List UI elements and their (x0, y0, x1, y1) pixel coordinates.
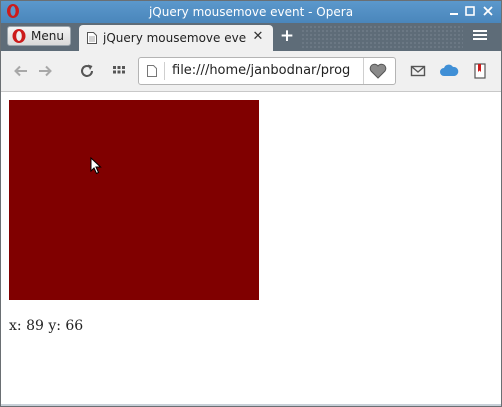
address-bar[interactable]: file:///home/janbodnar/prog (138, 57, 396, 85)
tab-close-icon[interactable]: ✕ (251, 30, 265, 44)
forward-icon[interactable] (37, 63, 53, 79)
tab-active[interactable]: jQuery mousemove event ✕ (79, 25, 273, 51)
tab-strip: Menu jQuery mousemove event ✕ + (1, 23, 501, 51)
page-icon (87, 32, 97, 44)
menu-button[interactable]: Menu (7, 26, 71, 46)
page-icon (147, 65, 157, 77)
menu-button-label: Menu (31, 29, 64, 43)
browser-window: jQuery mousemove event - Opera Menu jQue… (0, 0, 502, 407)
close-icon[interactable] (481, 4, 495, 18)
title-bar: jQuery mousemove event - Opera (1, 1, 501, 23)
address-bar-separator (164, 62, 165, 80)
opera-logo-icon (12, 29, 26, 43)
minimize-icon[interactable] (447, 4, 461, 18)
tab-menu-icon[interactable] (473, 30, 487, 42)
window-title: jQuery mousemove event - Opera (148, 5, 354, 19)
window-bottom-border (1, 404, 501, 406)
address-input[interactable]: file:///home/janbodnar/prog (172, 63, 358, 78)
navigation-toolbar: file:///home/janbodnar/prog (1, 51, 501, 92)
mail-icon[interactable] (410, 63, 426, 79)
back-icon[interactable] (13, 63, 29, 79)
heart-icon[interactable] (369, 63, 387, 79)
address-bar-separator (363, 58, 364, 84)
speed-dial-icon[interactable] (111, 63, 127, 79)
mouse-cursor-icon (90, 157, 102, 175)
new-tab-icon[interactable]: + (279, 27, 295, 45)
tab-title: jQuery mousemove event (103, 31, 247, 45)
coordinates-text: x: 89 y: 66 (9, 318, 84, 334)
maximize-icon[interactable] (463, 4, 477, 18)
mousemove-area[interactable] (9, 100, 259, 300)
tab-strip-background (301, 25, 463, 49)
cloud-icon[interactable] (439, 63, 459, 79)
bookmark-icon[interactable] (472, 63, 488, 79)
reload-icon[interactable] (79, 63, 95, 79)
page-content: x: 89 y: 66 (1, 92, 501, 406)
